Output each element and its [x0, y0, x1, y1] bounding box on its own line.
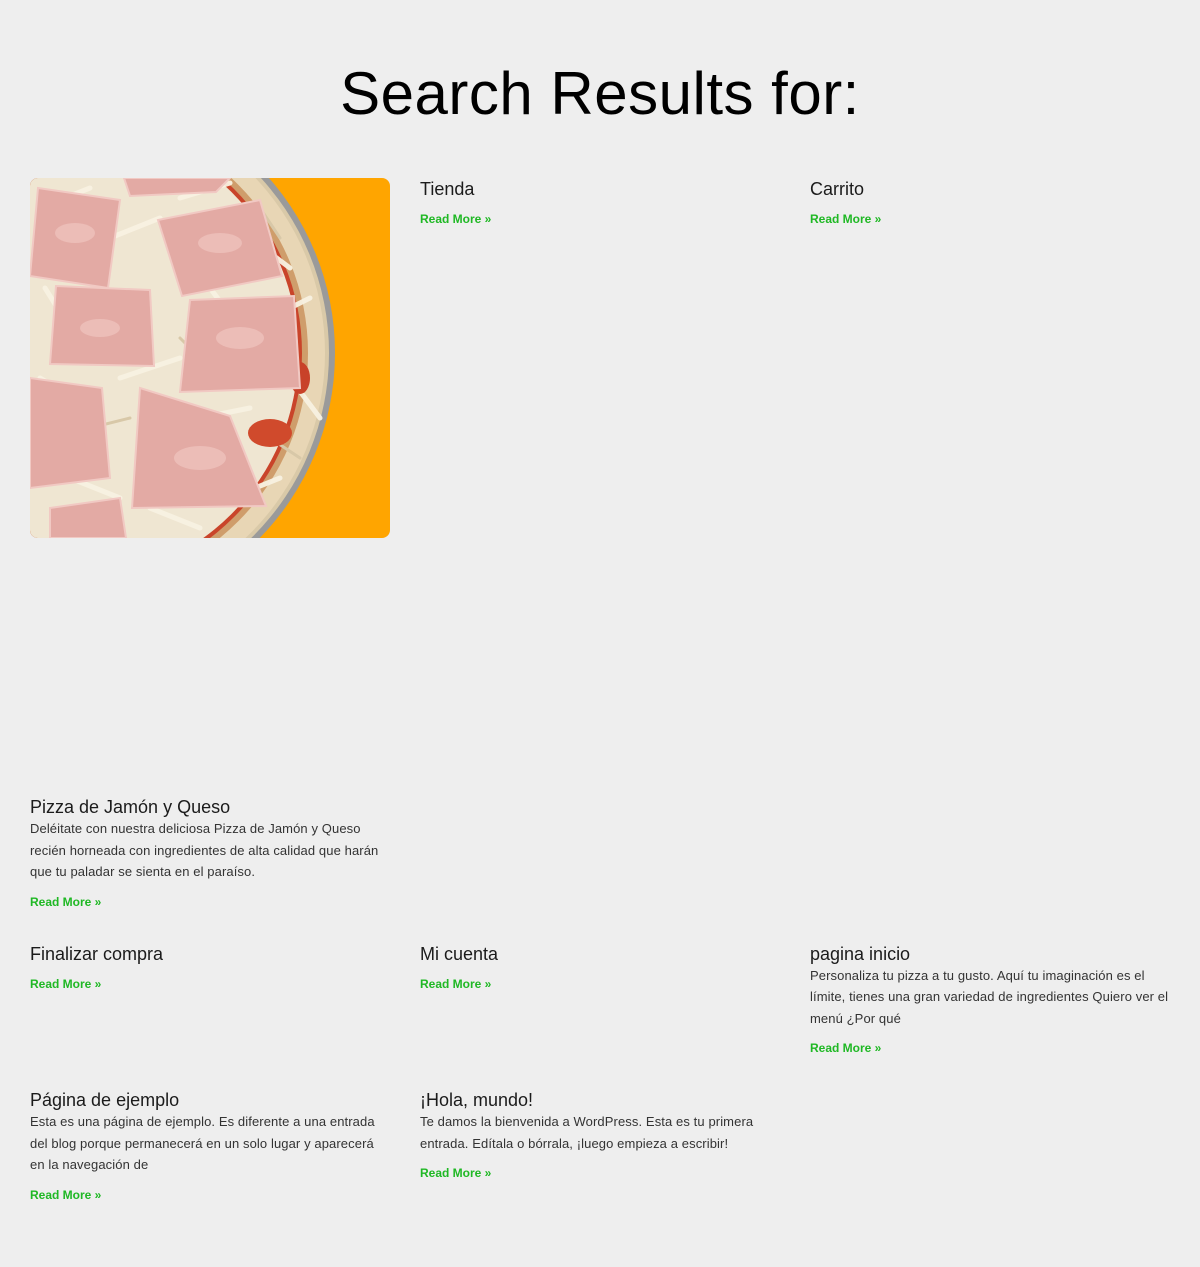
- page-title: Search Results for:: [340, 60, 860, 127]
- result-item-finalizar-compra: Finalizar compra Read More »: [30, 943, 390, 1056]
- search-results-grid: Pizza de Jamón y Queso Deléitate con nue…: [30, 178, 1170, 1202]
- result-item-tienda: Tienda Read More »: [420, 178, 780, 909]
- result-excerpt: Personaliza tu pizza a tu gusto. Aquí tu…: [810, 967, 1169, 1026]
- result-item-pagina-de-ejemplo: Página de ejemplo Esta es una página de …: [30, 1089, 390, 1202]
- read-more-link[interactable]: Read More »: [420, 977, 491, 991]
- featured-image-pizza[interactable]: [30, 178, 390, 538]
- result-title[interactable]: Página de ejemplo: [30, 1089, 179, 1111]
- result-item-carrito: Carrito Read More »: [810, 178, 1170, 909]
- result-item-hola-mundo: ¡Hola, mundo! Te damos la bienvenida a W…: [420, 1089, 780, 1202]
- read-more-link[interactable]: Read More »: [30, 977, 101, 991]
- result-title[interactable]: Finalizar compra: [30, 943, 163, 965]
- read-more-link[interactable]: Read More »: [30, 895, 101, 909]
- read-more-link[interactable]: Read More »: [810, 212, 881, 226]
- pizza-image: [30, 178, 390, 538]
- result-title[interactable]: Pizza de Jamón y Queso: [30, 796, 230, 818]
- read-more-link[interactable]: Read More »: [420, 1166, 491, 1180]
- read-more-link[interactable]: Read More »: [30, 1188, 101, 1202]
- result-title[interactable]: ¡Hola, mundo!: [420, 1089, 533, 1111]
- result-item-pagina-inicio: pagina inicio Personaliza tu pizza a tu …: [810, 943, 1170, 1056]
- read-more-link[interactable]: Read More »: [810, 1041, 881, 1055]
- result-excerpt: Deléitate con nuestra deliciosa Pizza de…: [30, 821, 379, 879]
- result-title[interactable]: Mi cuenta: [420, 943, 498, 965]
- result-excerpt: Te damos la bienvenida a WordPress. Esta…: [420, 1114, 754, 1151]
- read-more-link[interactable]: Read More »: [420, 212, 491, 226]
- result-item-pizza-jamon-queso: Pizza de Jamón y Queso Deléitate con nue…: [30, 178, 390, 909]
- result-item-mi-cuenta: Mi cuenta Read More »: [420, 943, 780, 1056]
- result-excerpt: Esta es una página de ejemplo. Es difere…: [30, 1114, 375, 1172]
- result-title[interactable]: Carrito: [810, 178, 864, 200]
- result-title[interactable]: Tienda: [420, 178, 474, 200]
- result-title[interactable]: pagina inicio: [810, 943, 910, 965]
